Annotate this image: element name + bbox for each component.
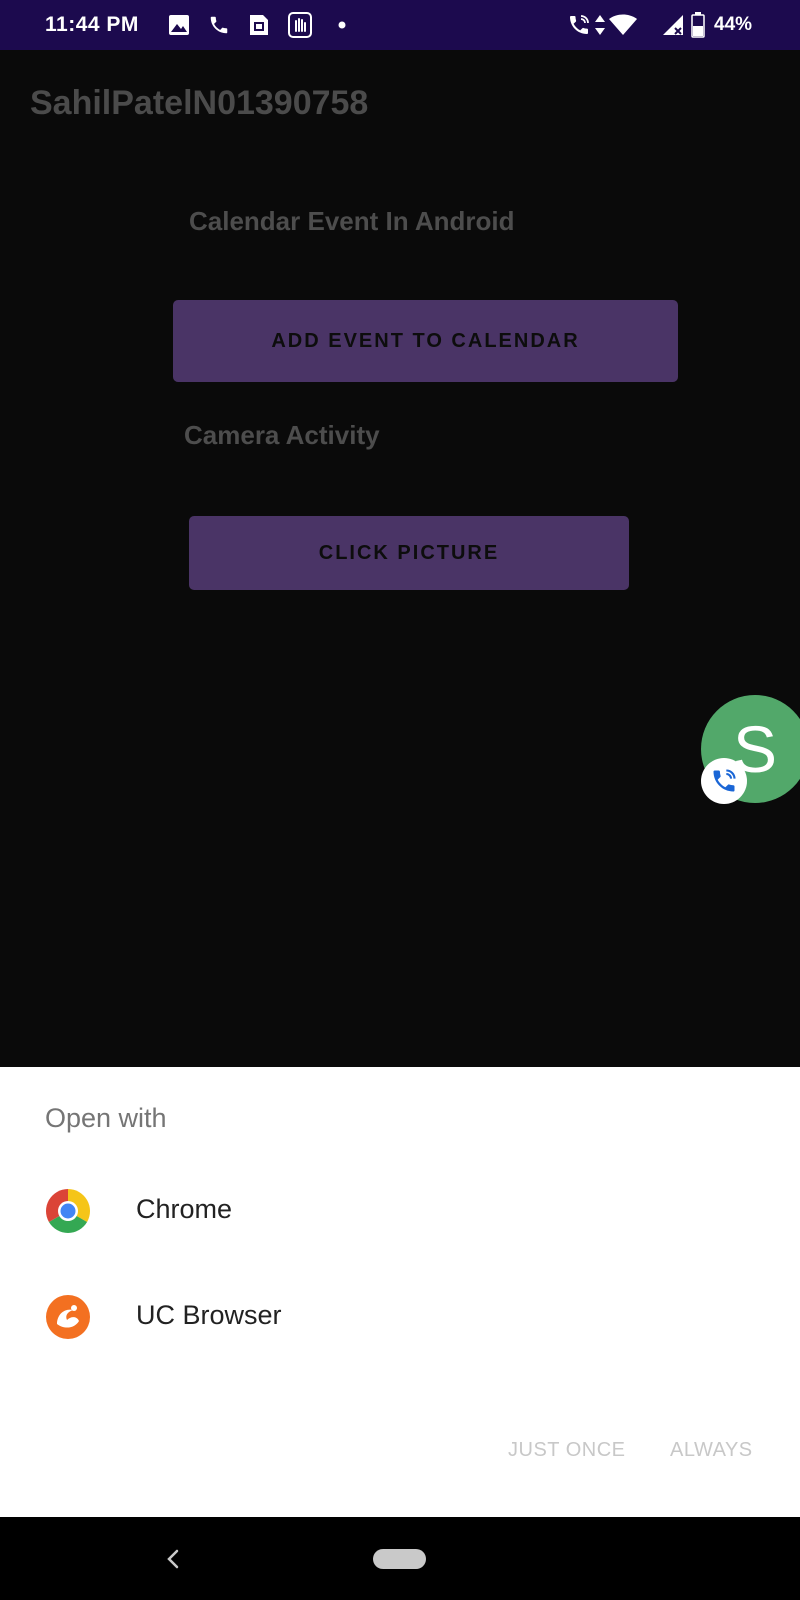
phone-icon	[206, 12, 232, 38]
status-bar: 11:44 PM 44%	[0, 0, 800, 50]
uc-browser-icon	[45, 1294, 91, 1340]
sim-toolkit-icon	[246, 12, 272, 38]
camera-activity-label: Camera Activity	[184, 420, 380, 450]
wifi-icon	[608, 12, 638, 38]
sheet-title: Open with	[45, 1103, 167, 1133]
option-label: UC Browser	[136, 1300, 282, 1330]
calendar-event-label: Calendar Event In Android	[189, 206, 515, 236]
chrome-icon	[45, 1188, 91, 1234]
data-arrows-icon	[593, 12, 607, 38]
status-time: 11:44 PM	[45, 13, 139, 36]
dot-icon	[336, 12, 348, 38]
option-label: Chrome	[136, 1194, 233, 1224]
navigation-bar	[0, 1517, 800, 1600]
wifi-calling-icon	[565, 12, 593, 38]
add-event-button[interactable]: ADD EVENT TO CALENDAR	[173, 300, 678, 382]
back-icon[interactable]	[158, 1539, 188, 1579]
just-once-button[interactable]: JUST ONCE	[508, 1439, 625, 1462]
app-title: SahilPatelN01390758	[30, 84, 369, 122]
battery-icon	[690, 12, 706, 38]
battery-percentage: 44%	[714, 14, 753, 35]
option-chrome[interactable]: Chrome	[0, 1160, 800, 1260]
click-picture-button[interactable]: CLICK PICTURE	[189, 516, 629, 590]
signal-icon	[660, 12, 686, 38]
home-pill[interactable]	[373, 1549, 426, 1569]
image-icon	[166, 12, 192, 38]
hand-icon	[287, 12, 313, 38]
always-button[interactable]: ALWAYS	[670, 1439, 753, 1462]
option-uc-browser[interactable]: UC Browser	[0, 1266, 800, 1366]
wifi-calling-badge-icon	[701, 758, 747, 804]
open-with-sheet: Open with Chrome UC Browser JUST ONCE AL…	[0, 1067, 800, 1517]
